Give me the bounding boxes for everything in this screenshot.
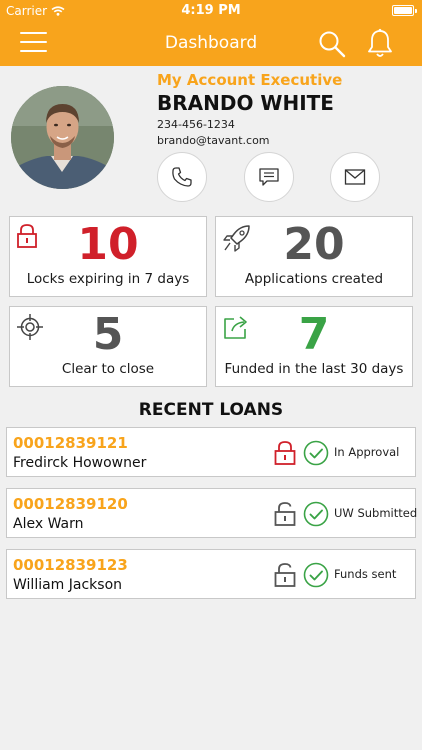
- search-icon[interactable]: [318, 30, 346, 58]
- lock-icon: [274, 441, 296, 465]
- recent-loans-heading: RECENT LOANS: [138, 400, 284, 420]
- unlock-icon: [274, 502, 296, 526]
- stat-value: 10: [77, 219, 139, 270]
- role-label: My Account Executive: [157, 71, 343, 89]
- loan-row[interactable]: 00012839121 Fredirck Howowner In Approva…: [6, 427, 416, 477]
- stat-value: 5: [92, 309, 124, 360]
- account-executive-card: My Account Executive BRANDO WHITE 234-45…: [0, 66, 422, 212]
- status-bar: Carrier 4:19 PM: [0, 0, 422, 22]
- unlock-icon: [274, 563, 296, 587]
- email-address: brando@tavant.com: [157, 134, 270, 147]
- phone-number: 234-456-1234: [157, 118, 235, 131]
- loan-row[interactable]: 00012839123 William Jackson Funds sent: [6, 549, 416, 599]
- borrower-name: Fredirck Howowner: [13, 455, 147, 471]
- stat-label: Clear to close: [61, 361, 155, 377]
- loan-number: 00012839123: [13, 556, 128, 574]
- borrower-name: Alex Warn: [13, 516, 84, 532]
- loan-number: 00012839120: [13, 495, 128, 513]
- email-button[interactable]: [330, 152, 380, 202]
- avatar: [11, 86, 114, 189]
- stat-value: 7: [298, 309, 330, 360]
- stat-value: 20: [283, 219, 345, 270]
- loan-row[interactable]: 00012839120 Alex Warn UW Submitted: [6, 488, 418, 538]
- stat-locks-expiring[interactable]: 10 Locks expiring in 7 days: [9, 216, 207, 297]
- message-button[interactable]: [244, 152, 294, 202]
- phone-icon: [172, 167, 192, 187]
- chat-icon: [259, 168, 279, 186]
- loan-number: 00012839121: [13, 434, 128, 452]
- check-circle-icon: [303, 562, 329, 588]
- check-circle-icon: [303, 501, 329, 527]
- stat-funded-last-30-days[interactable]: 7 Funded in the last 30 days: [215, 306, 413, 387]
- bell-icon[interactable]: [366, 28, 394, 60]
- battery-icon: [392, 5, 417, 16]
- stat-label: Applications created: [244, 271, 384, 287]
- nav-bar: Dashboard: [0, 22, 422, 66]
- stat-label: Funded in the last 30 days: [224, 361, 404, 377]
- call-button[interactable]: [157, 152, 207, 202]
- envelope-icon: [344, 169, 366, 185]
- stat-label: Locks expiring in 7 days: [26, 271, 190, 287]
- page-title: Dashboard: [164, 33, 258, 53]
- stat-clear-to-close[interactable]: 5 Clear to close: [9, 306, 207, 387]
- loan-status: Funds sent: [334, 567, 397, 581]
- loan-status: UW Submitted: [334, 506, 418, 520]
- check-circle-icon: [303, 440, 329, 466]
- executive-name: BRANDO WHITE: [157, 91, 334, 115]
- clock: 4:19 PM: [181, 3, 241, 18]
- borrower-name: William Jackson: [13, 577, 123, 593]
- loan-status: In Approval: [334, 445, 400, 459]
- stat-applications-created[interactable]: 20 Applications created: [215, 216, 413, 297]
